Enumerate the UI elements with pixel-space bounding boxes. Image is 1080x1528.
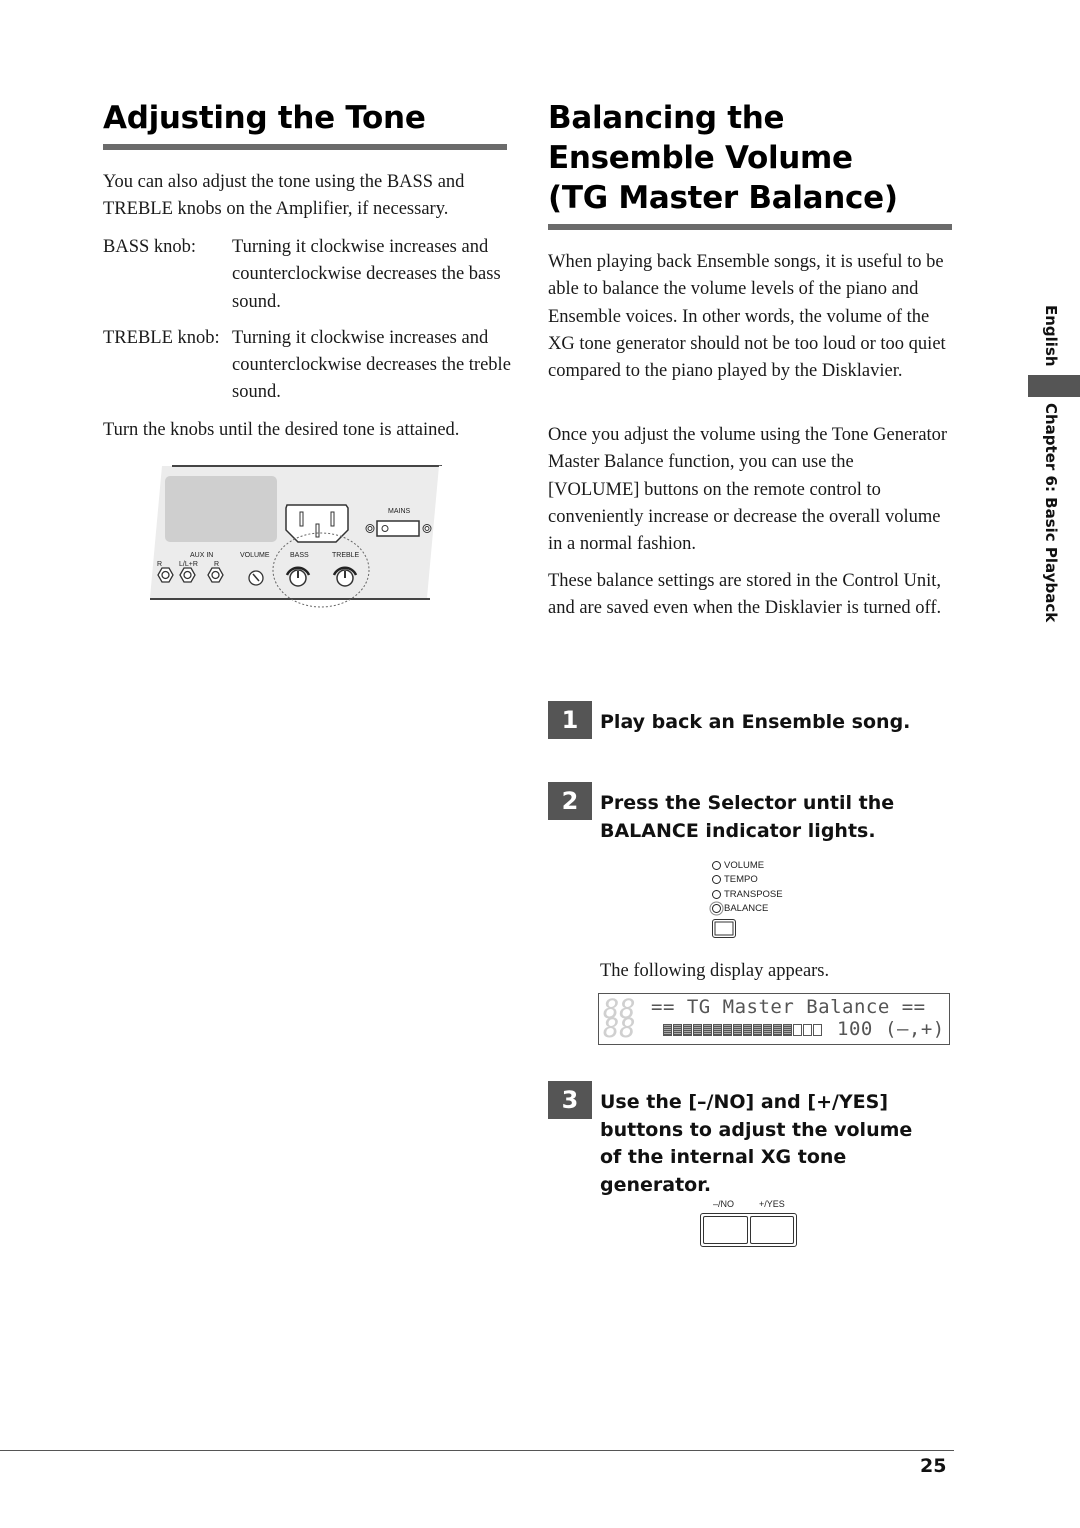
definition-desc: Turning it clockwise increases and count… xyxy=(232,327,511,403)
section-title-adjusting-tone: Adjusting the Tone xyxy=(103,100,426,136)
lcd-bar-block-filled xyxy=(703,1024,712,1036)
title-line: Ensemble Volume xyxy=(548,140,853,176)
side-tab-chapter: Chapter 6: Basic Playback xyxy=(1042,403,1060,623)
knob-definitions: BASS knob: Turning it clockwise increase… xyxy=(103,234,513,407)
lcd-bar-block-empty xyxy=(793,1024,802,1036)
lcd-bar-block-filled xyxy=(773,1024,782,1036)
definition-bass: BASS knob: Turning it clockwise increase… xyxy=(103,234,513,316)
aux-in-label: AUX IN xyxy=(190,552,214,559)
step-text: Press the Selector until the BALANCE ind… xyxy=(600,792,895,842)
step-3: 3 Use the [–/NO] and [+/YES] buttons to … xyxy=(548,1081,940,1199)
treble-knob-label: TREBLE xyxy=(332,552,360,559)
lcd-bar-block-filled xyxy=(733,1024,742,1036)
step-1: 1 Play back an Ensemble song. xyxy=(548,701,930,739)
r-label: R xyxy=(214,561,220,568)
lcd-line-1: == TG Master Balance == xyxy=(651,996,926,1018)
lcd-value: 100 xyxy=(837,1018,873,1040)
led-icon xyxy=(712,875,721,885)
definition-term: TREBLE knob: xyxy=(103,327,220,348)
lcd-bar-block-filled xyxy=(753,1024,762,1036)
closing-paragraph: Turn the knobs until the desired tone is… xyxy=(103,420,460,440)
lcd-bar-block-filled xyxy=(683,1024,692,1036)
yes-button-label: +/YES xyxy=(759,1199,785,1209)
l-label: L/L+R xyxy=(179,561,198,568)
title-line: Balancing the xyxy=(548,100,785,136)
definition-treble: TREBLE knob: Turning it clockwise increa… xyxy=(103,325,513,407)
lcd-bar-block-filled xyxy=(783,1024,792,1036)
step-text: Use the [–/NO] and [+/YES] buttons to ad… xyxy=(600,1091,913,1196)
section-title-balancing: Balancing the Ensemble Volume (TG Master… xyxy=(548,98,898,218)
lcd-level-bar xyxy=(663,1024,822,1036)
bass-knob-label: BASS xyxy=(290,552,309,559)
body-paragraph: When playing back Ensemble songs, it is … xyxy=(548,252,946,382)
mains-label: MAINS xyxy=(388,508,411,515)
volume-knob-label: VOLUME xyxy=(240,552,270,559)
step-number: 2 xyxy=(548,782,592,820)
indicator-balance: BALANCE xyxy=(712,902,783,917)
lcd-bar-block-filled xyxy=(763,1024,772,1036)
indicator-tempo: TEMPO xyxy=(712,873,783,888)
lcd-display: 88 88 == TG Master Balance == 100 (–,+) xyxy=(598,993,950,1045)
step-2: 2 Press the Selector until the BALANCE i… xyxy=(548,782,900,845)
lcd-bar-block-filled xyxy=(673,1024,682,1036)
title-line: (TG Master Balance) xyxy=(548,180,898,216)
indicator-transpose: TRANSPOSE xyxy=(712,887,783,902)
indicator-label: VOLUME xyxy=(724,859,765,871)
no-button[interactable] xyxy=(703,1216,748,1244)
indicator-panel: VOLUME TEMPO TRANSPOSE BALANCE xyxy=(712,858,783,938)
lcd-segment-digits: 88 xyxy=(603,1013,636,1044)
step-text: Play back an Ensemble song. xyxy=(600,711,911,733)
page-number: 25 xyxy=(920,1455,947,1477)
side-tab-marker xyxy=(1028,375,1080,397)
r-left-label: R xyxy=(157,561,163,568)
lcd-bar-block-empty xyxy=(813,1024,822,1036)
footer-rule xyxy=(0,1450,954,1451)
indicator-label: BALANCE xyxy=(724,903,769,915)
indicator-volume: VOLUME xyxy=(712,858,783,873)
lcd-bar-block-filled xyxy=(663,1024,672,1036)
indicator-label: TRANSPOSE xyxy=(724,888,783,900)
led-icon xyxy=(712,889,721,899)
side-tab-language: English xyxy=(1042,305,1060,367)
amplifier-panel-illustration: MAINS AUX IN R L/L+R R VOLUME BASS TREBL… xyxy=(140,460,450,610)
yes-button[interactable] xyxy=(749,1216,794,1244)
led-icon xyxy=(712,860,721,870)
step-number: 3 xyxy=(548,1081,592,1119)
lcd-bar-block-filled xyxy=(693,1024,702,1036)
no-button-label: –/NO xyxy=(713,1199,735,1209)
definition-desc: Turning it clockwise increases and count… xyxy=(232,237,501,312)
no-yes-button-pair xyxy=(700,1213,797,1247)
intro-paragraph: You can also adjust the tone using the B… xyxy=(103,172,465,220)
lcd-hint: (–,+) xyxy=(885,1018,945,1040)
step-number: 1 xyxy=(548,701,592,739)
led-lit-icon xyxy=(712,904,721,914)
lcd-bar-block-empty xyxy=(803,1024,812,1036)
title-rule xyxy=(103,144,507,150)
lcd-bar-block-filled xyxy=(713,1024,722,1036)
side-tab: English Chapter 6: Basic Playback xyxy=(1028,305,1080,622)
body-paragraph: Once you adjust the volume using the Ton… xyxy=(548,425,948,555)
selector-button[interactable] xyxy=(712,919,736,938)
lcd-bar-block-filled xyxy=(743,1024,752,1036)
definition-term: BASS knob: xyxy=(103,237,197,257)
body-paragraph: These balance settings are stored in the… xyxy=(548,571,942,619)
amplifier-panel-drawing xyxy=(150,465,445,608)
indicator-label: TEMPO xyxy=(724,874,758,886)
title-rule xyxy=(548,224,952,230)
lcd-bar-block-filled xyxy=(723,1024,732,1036)
display-caption: The following display appears. xyxy=(600,961,830,981)
